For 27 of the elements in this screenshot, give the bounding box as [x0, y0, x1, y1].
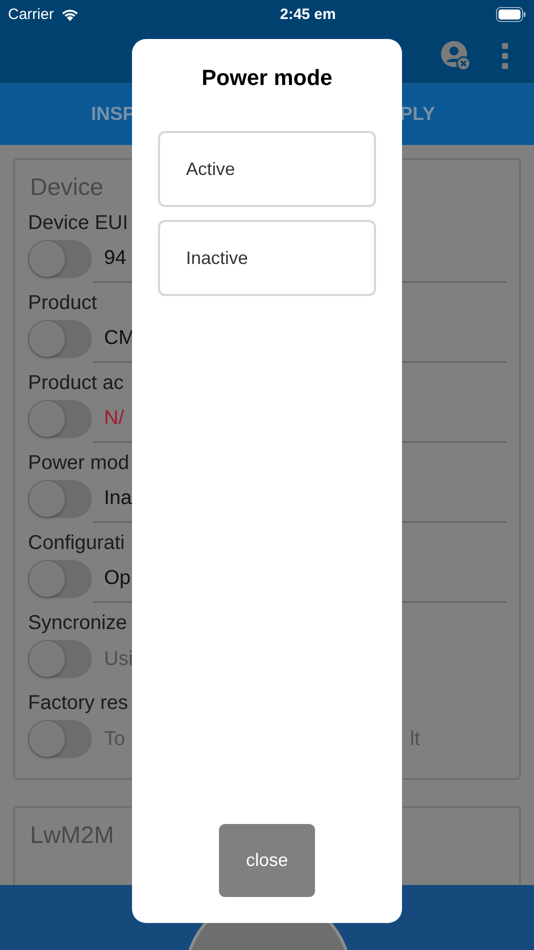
option-button[interactable]: Inactive — [158, 220, 376, 296]
toggle-switch[interactable] — [28, 480, 92, 518]
field-label: Configurati — [28, 532, 126, 556]
toggle-switch[interactable] — [28, 560, 92, 598]
toggle-switch[interactable] — [28, 720, 92, 758]
field-label: Device EUI — [28, 212, 130, 236]
toggle-switch[interactable] — [28, 320, 92, 358]
field-label: Factory res — [28, 692, 130, 716]
status-time: 2:45 em — [280, 6, 336, 22]
field-value: 94 — [104, 246, 126, 270]
user-remove-icon[interactable] — [441, 40, 471, 70]
field-value: Ina — [104, 486, 132, 510]
toggle-switch[interactable] — [28, 400, 92, 438]
field-value: N/ — [104, 406, 124, 430]
dialog-title: Power mode — [202, 65, 332, 91]
option-button[interactable]: Active — [158, 131, 376, 207]
toggle-switch[interactable] — [28, 640, 92, 678]
carrier-label: Carrier — [8, 6, 54, 22]
field-label: Syncronize — [28, 612, 128, 636]
field-label: Product ac — [28, 372, 125, 396]
field-label: Product — [28, 292, 98, 316]
more-icon[interactable] — [501, 42, 509, 68]
field-value: Op — [104, 566, 131, 590]
close-button[interactable]: close — [219, 824, 315, 897]
field-label: Power mod — [28, 452, 130, 476]
battery-icon — [496, 6, 526, 22]
toggle-switch[interactable] — [28, 240, 92, 278]
